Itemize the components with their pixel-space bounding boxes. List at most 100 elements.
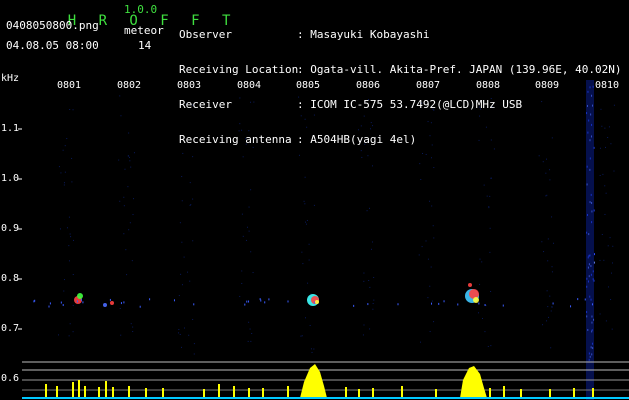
noise-dot — [66, 227, 68, 229]
noise-dot — [72, 274, 74, 276]
noise-dot — [478, 312, 480, 314]
noise-dot — [72, 239, 74, 241]
histogram-bar — [72, 382, 74, 398]
echo-speck — [82, 301, 84, 304]
noise-dot — [123, 205, 125, 207]
noise-dot — [129, 222, 131, 224]
noise-dot — [420, 179, 422, 181]
noise-dot — [241, 282, 243, 284]
noise-dot — [433, 321, 435, 323]
noise-dot — [613, 170, 615, 172]
noise-dot — [68, 216, 70, 218]
noise-dot — [425, 240, 427, 242]
y-tick-label: 0.9 — [1, 223, 20, 234]
noise-dot — [123, 233, 125, 235]
echo-speck — [484, 303, 486, 306]
noise-dot — [64, 171, 66, 173]
histogram-bar — [503, 386, 505, 398]
echo-speck — [313, 301, 315, 304]
noise-dot — [69, 233, 71, 235]
noise-dot — [64, 145, 66, 147]
y-tick-label: 1.1 — [1, 123, 20, 134]
noise-dot — [612, 245, 614, 247]
noise-dot — [607, 286, 609, 288]
noise-dot — [545, 172, 547, 174]
noise-dot — [308, 259, 310, 261]
noise-dot — [241, 270, 243, 272]
histogram-bar — [105, 381, 107, 398]
noise-dot — [131, 260, 133, 262]
noise-dot — [311, 351, 313, 353]
echo-speck — [81, 298, 83, 301]
echo-speck — [264, 301, 266, 304]
noise-dot — [369, 328, 371, 330]
x-tick-label: 0803 — [177, 80, 202, 91]
noise-dot — [363, 272, 365, 274]
echo-blob — [110, 301, 114, 305]
noise-dot — [432, 225, 434, 227]
noise-dot — [251, 333, 253, 335]
noise-dot — [68, 260, 70, 262]
noise-dot — [599, 259, 601, 261]
x-tick-label: 0805 — [296, 80, 321, 91]
noise-dot — [132, 326, 134, 328]
noise-dot — [129, 160, 131, 162]
noise-dot — [611, 262, 613, 264]
noise-dot — [119, 307, 121, 309]
noise-dot — [241, 213, 243, 215]
histogram-bar — [262, 388, 264, 398]
noise-dot — [302, 263, 304, 265]
noise-dot — [66, 138, 68, 140]
noise-dot — [181, 346, 183, 348]
noise-dot — [124, 168, 126, 170]
echo-speck — [60, 301, 62, 304]
noise-dot — [63, 290, 65, 292]
y-tick-label: 0.7 — [1, 323, 20, 334]
noise-dot — [180, 273, 182, 275]
histogram-bar — [218, 384, 220, 398]
noise-dot — [547, 260, 549, 262]
noise-dot — [420, 341, 422, 343]
noise-dot — [549, 295, 551, 297]
noise-dot — [490, 345, 492, 347]
noise-dot — [549, 179, 551, 181]
histogram-bar — [345, 387, 347, 398]
noise-dot — [68, 245, 70, 247]
noise-dot — [192, 198, 194, 200]
echo-speck — [397, 303, 399, 306]
noise-dot — [369, 286, 371, 288]
histogram-peak — [300, 364, 327, 398]
echo-speck — [248, 300, 250, 303]
noise-dot — [488, 206, 490, 208]
noise-dot — [486, 195, 488, 197]
file-name: 0408050800.png — [6, 19, 99, 32]
echo-speck — [34, 299, 36, 302]
histogram-bar — [287, 386, 289, 398]
histogram-bar — [372, 388, 374, 398]
noise-dot — [127, 186, 129, 188]
noise-dot — [593, 253, 595, 256]
datetime: 04.08.05 08:00 — [6, 39, 99, 52]
noise-dot — [607, 245, 609, 247]
histogram-bar — [112, 387, 114, 398]
echo-speck — [502, 304, 504, 307]
noise-dot — [541, 241, 543, 243]
noise-dot — [429, 331, 431, 333]
noise-dot — [250, 251, 252, 253]
echo-speck — [173, 299, 175, 302]
echo-speck — [552, 302, 554, 305]
noise-dot — [129, 156, 131, 158]
noise-dot — [62, 149, 64, 151]
noise-dot — [599, 175, 601, 177]
noise-dot — [128, 132, 130, 134]
noise-dot — [181, 176, 183, 178]
noise-dot — [181, 200, 183, 202]
noise-dot — [250, 189, 252, 191]
noise-dot — [119, 200, 121, 202]
hrofft-window: H R O F F T 1.0.0 0408050800.png meteor … — [0, 0, 629, 400]
echo-speck — [287, 300, 289, 303]
noise-dot — [192, 240, 194, 242]
meteor-label: meteor — [124, 24, 164, 37]
echo-speck — [367, 303, 369, 306]
noise-dot — [433, 237, 435, 239]
